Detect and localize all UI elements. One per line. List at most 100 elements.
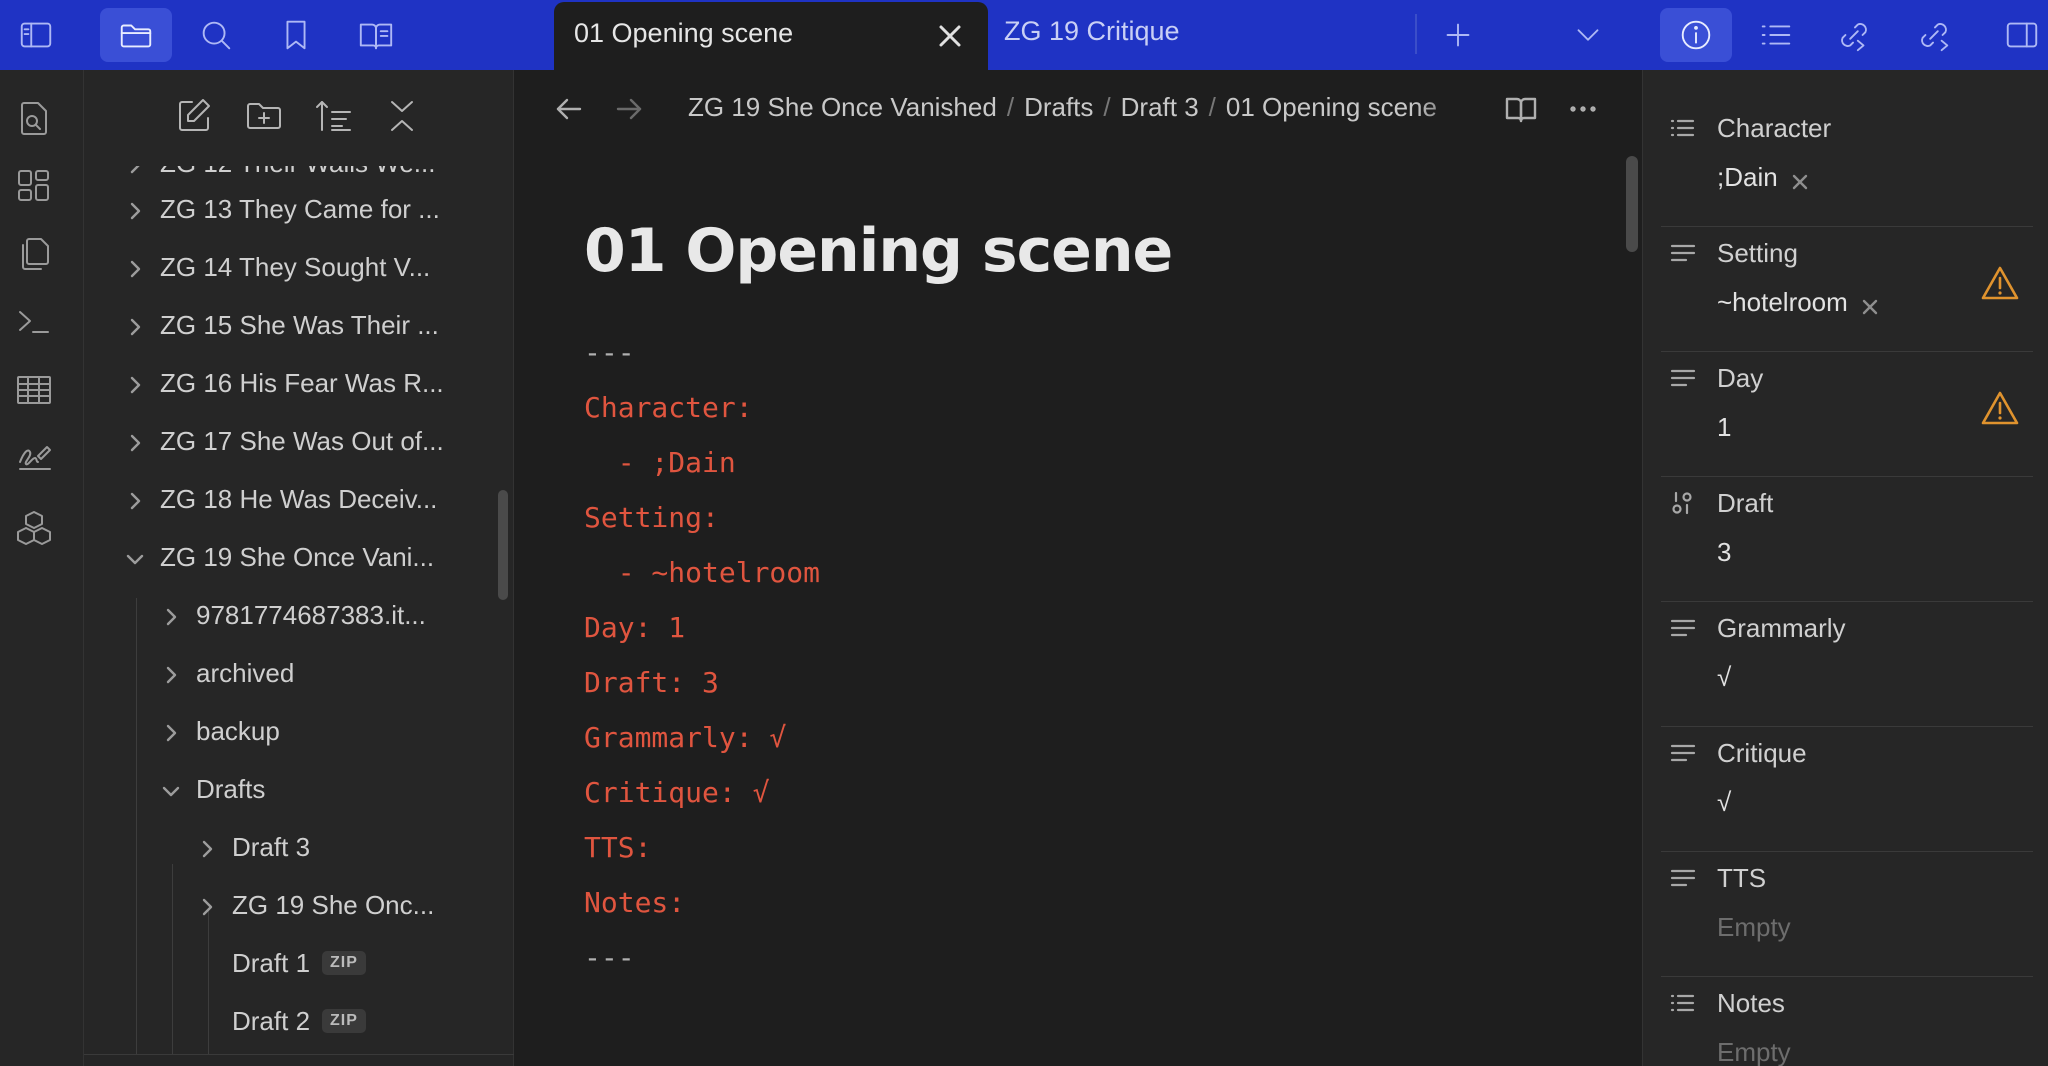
tree-folder[interactable]: ZG 17 She Was Out of...	[124, 416, 444, 466]
tab-zg-19-critique[interactable]: ZG 19 Critique	[1004, 16, 1180, 47]
number-icon[interactable]	[1669, 489, 1697, 517]
folder-toggle[interactable]	[124, 488, 146, 510]
property-value[interactable]: √	[1717, 787, 1731, 818]
close-tab-button[interactable]	[934, 20, 966, 52]
backlinks-button[interactable]	[1818, 8, 1890, 62]
folder-toggle[interactable]	[124, 314, 146, 336]
folder-toggle[interactable]	[124, 546, 146, 568]
collapse-all-button[interactable]	[382, 96, 428, 142]
list-icon[interactable]	[1669, 989, 1697, 1017]
tree-folder[interactable]: ZG 19 She Onc...	[196, 880, 434, 930]
property-key[interactable]: Draft	[1661, 479, 1773, 527]
property-key[interactable]: Character	[1661, 104, 1831, 152]
folder-toggle[interactable]	[160, 662, 182, 684]
ribbon-canvas[interactable]	[14, 166, 56, 208]
tree-folder[interactable]: ZG 19 She Once Vani...	[124, 532, 434, 582]
text-icon[interactable]	[1669, 614, 1697, 642]
tree-folder[interactable]: ZG 14 They Sought V...	[124, 242, 430, 292]
toggle-right-sidebar-button[interactable]	[1986, 8, 2048, 62]
breadcrumb-item[interactable]: ZG 19 She Once Vanished	[688, 92, 997, 122]
search-view-button[interactable]	[180, 8, 252, 62]
ribbon-open-quick-switcher[interactable]	[14, 98, 56, 140]
tree-folder[interactable]: ZG 15 She Was Their ...	[124, 300, 439, 350]
tree-folder[interactable]: archived	[160, 648, 294, 698]
folder-toggle[interactable]	[196, 894, 218, 916]
property-key[interactable]: Grammarly	[1661, 604, 1846, 652]
toggle-left-sidebar-button[interactable]	[0, 8, 72, 62]
property-value[interactable]: 1	[1717, 412, 1731, 443]
remove-value-button[interactable]	[1790, 168, 1810, 189]
property-type-warning[interactable]	[1981, 265, 2019, 301]
ribbon-signature[interactable]	[14, 436, 56, 478]
folder-toggle[interactable]	[160, 778, 182, 800]
tree-folder[interactable]: ZG 16 His Fear Was R...	[124, 358, 444, 408]
property-key[interactable]: TTS	[1661, 854, 1766, 902]
breadcrumb-item[interactable]: Draft 3	[1121, 92, 1199, 122]
ribbon-templates[interactable]	[14, 234, 56, 276]
bookmarks-view-button[interactable]	[260, 8, 332, 62]
property-value[interactable]: ~hotelroom	[1717, 287, 1880, 318]
property-key[interactable]: Day	[1661, 354, 1763, 402]
new-note-button[interactable]	[174, 96, 220, 142]
property-name: Notes	[1717, 987, 1785, 1018]
property-value-text: 3	[1717, 537, 1732, 567]
outline-button[interactable]	[1740, 8, 1812, 62]
text-icon[interactable]	[1669, 364, 1697, 392]
tree-folder[interactable]: ZG 13 They Came for ...	[124, 184, 440, 234]
property-key[interactable]: Notes	[1661, 979, 1785, 1027]
property-value[interactable]: √	[1717, 662, 1731, 693]
navigate-back-button[interactable]	[552, 92, 588, 128]
tree-folder[interactable]: backup	[160, 706, 280, 756]
ribbon-command-palette[interactable]	[14, 302, 56, 344]
editor-scrollbar[interactable]	[1626, 156, 1638, 252]
plus-icon	[1446, 23, 1470, 47]
breadcrumb-current[interactable]: 01 Opening scene	[1226, 92, 1437, 122]
tree-folder[interactable]: Draft 3	[196, 822, 310, 872]
tree-file[interactable]: Draft 2 ZIP	[196, 996, 366, 1046]
sort-order-button[interactable]	[314, 96, 360, 142]
outgoing-links-button[interactable]	[1898, 8, 1970, 62]
property-value[interactable]: 3	[1717, 537, 1731, 568]
folder-toggle[interactable]	[124, 166, 146, 174]
property-value[interactable]: Empty	[1717, 912, 1791, 943]
property-key[interactable]: Setting	[1661, 229, 1798, 277]
remove-value-button[interactable]	[1860, 293, 1880, 314]
list-icon[interactable]	[1669, 114, 1697, 142]
tree-folder[interactable]: 9781774687383.it...	[160, 590, 426, 640]
tree-file[interactable]: Draft 1 ZIP	[196, 938, 366, 988]
property-divider	[1661, 351, 2033, 352]
ribbon-plugins[interactable]	[14, 508, 56, 550]
file-extension-badge: ZIP	[322, 1009, 366, 1033]
tree-folder[interactable]: Drafts	[160, 764, 265, 814]
tab-list-button[interactable]	[1552, 8, 1624, 62]
text-icon[interactable]	[1669, 864, 1697, 892]
property-value[interactable]: Empty	[1717, 1037, 1791, 1066]
folder-toggle[interactable]	[196, 836, 218, 858]
folder-toggle[interactable]	[124, 372, 146, 394]
folder-toggle[interactable]	[160, 720, 182, 742]
new-folder-button[interactable]	[244, 96, 290, 142]
folder-toggle[interactable]	[160, 604, 182, 626]
navigate-forward-button[interactable]	[612, 92, 648, 128]
folder-toggle[interactable]	[124, 256, 146, 278]
new-tab-button[interactable]	[1422, 8, 1494, 62]
more-options-button[interactable]	[1566, 92, 1602, 128]
property-type-warning[interactable]	[1981, 390, 2019, 426]
folder-toggle[interactable]	[124, 430, 146, 452]
file-properties-button[interactable]	[1660, 8, 1732, 62]
breadcrumb-separator: /	[1103, 92, 1111, 122]
tab-01-opening-scene[interactable]: 01 Opening scene	[554, 2, 988, 70]
file-explorer-scrollbar[interactable]	[498, 490, 508, 600]
tree-folder[interactable]: ZG 18 He Was Deceiv...	[124, 474, 437, 524]
property-value[interactable]: ;Dain	[1717, 162, 1810, 193]
chevron-down-icon	[162, 786, 180, 797]
breadcrumb-item[interactable]: Drafts	[1024, 92, 1093, 122]
reading-view-button[interactable]	[340, 8, 412, 62]
ribbon-table[interactable]	[14, 370, 56, 412]
text-icon[interactable]	[1669, 239, 1697, 267]
text-icon[interactable]	[1669, 739, 1697, 767]
reading-mode-button[interactable]	[1504, 92, 1540, 128]
folder-toggle[interactable]	[124, 198, 146, 220]
property-key[interactable]: Critique	[1661, 729, 1807, 777]
files-view-button[interactable]	[100, 8, 172, 62]
